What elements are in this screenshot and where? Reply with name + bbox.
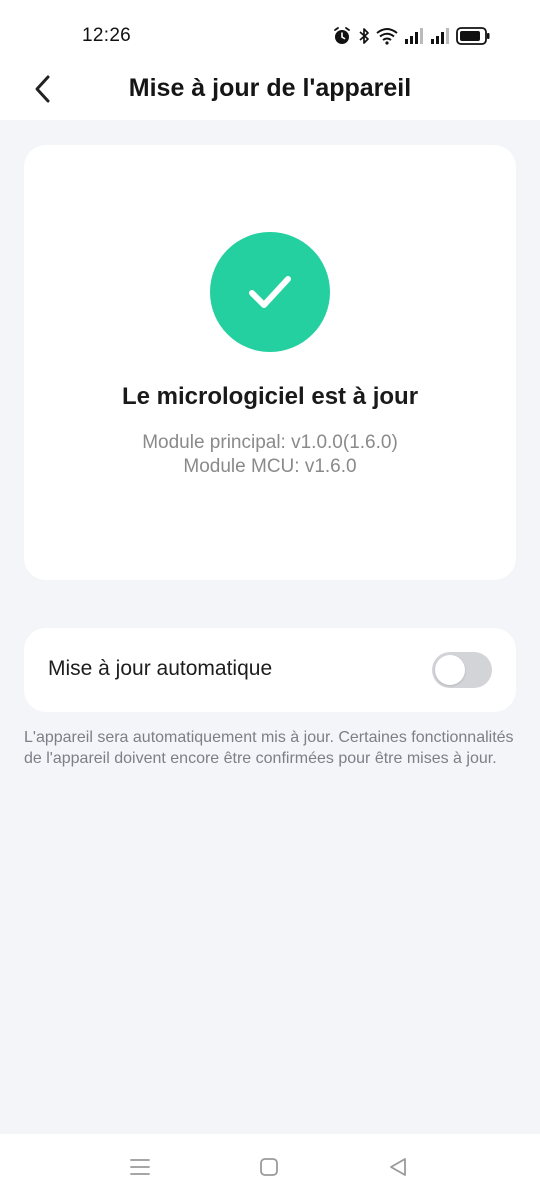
check-icon bbox=[249, 276, 291, 308]
signal-icon bbox=[431, 28, 449, 44]
auto-update-row: Mise à jour automatique bbox=[24, 628, 516, 712]
auto-update-toggle[interactable] bbox=[432, 652, 492, 688]
back-triangle-icon bbox=[390, 1158, 406, 1176]
page-title: Mise à jour de l'appareil bbox=[128, 74, 412, 102]
recent-apps-button[interactable] bbox=[128, 1155, 152, 1179]
toggle-knob bbox=[435, 655, 465, 685]
system-nav-bar bbox=[0, 1134, 540, 1200]
firmware-status-text: Le micrologiciel est à jour bbox=[121, 383, 419, 410]
auto-update-label: Mise à jour automatique bbox=[48, 657, 273, 680]
alarm-icon bbox=[334, 27, 350, 44]
bluetooth-icon bbox=[359, 28, 369, 44]
app-header: Mise à jour de l'appareil bbox=[0, 60, 540, 120]
auto-update-hint: L'appareil sera automatiquement mis à jo… bbox=[24, 729, 514, 767]
home-icon bbox=[260, 1158, 278, 1176]
main-module-version: Module principal: v1.0.0(1.6.0) bbox=[142, 432, 398, 453]
wifi-icon bbox=[376, 28, 398, 45]
battery-icon bbox=[456, 27, 490, 45]
system-back-button[interactable] bbox=[386, 1155, 410, 1179]
signal-icon bbox=[405, 28, 423, 44]
home-button[interactable] bbox=[257, 1155, 281, 1179]
status-icons bbox=[332, 24, 490, 48]
success-badge bbox=[210, 232, 330, 352]
firmware-status-card: Le micrologiciel est à jour Module princ… bbox=[24, 145, 516, 580]
status-time: 12:26 bbox=[82, 25, 132, 46]
mcu-module-version: Module MCU: v1.6.0 bbox=[183, 456, 357, 477]
menu-icon bbox=[130, 1159, 150, 1175]
